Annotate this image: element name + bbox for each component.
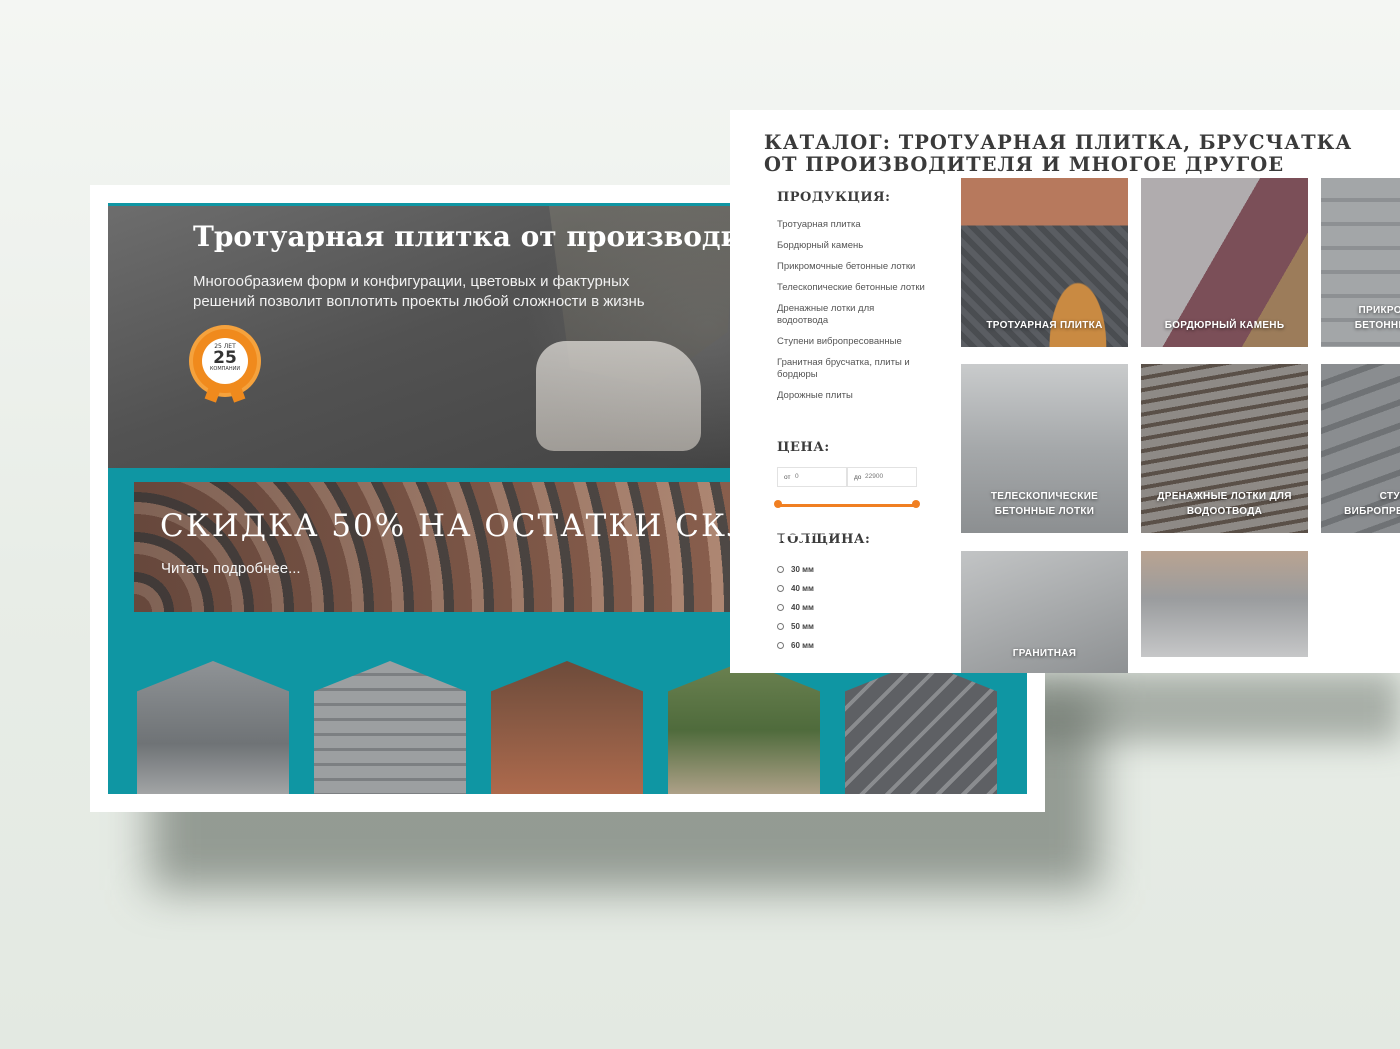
catalog-tile-curb[interactable]: БОРДЮРНЫЙ КАМЕНЬ	[1141, 178, 1308, 347]
hero-subtitle: Многообразием форм и конфигурации, цвето…	[193, 273, 645, 310]
thickness-label: 50 мм	[791, 622, 814, 631]
tile-label: СТУПЕНИ ВИБРОПРЕСОВАННЫЕ	[1344, 491, 1400, 517]
catalog-tile-road-slabs[interactable]	[1141, 551, 1308, 657]
product-link[interactable]: Дорожные плиты	[777, 390, 927, 402]
catalog-sidebar: ПРОДУКЦИЯ: Тротуарная плитка Бордюрный к…	[777, 190, 927, 411]
price-filter: от до	[777, 467, 917, 487]
catalog-tile-drainage-trays[interactable]: ДРЕНАЖНЫЕ ЛОТКИ ДЛЯ ВОДООТВОДА	[1141, 364, 1308, 533]
radio-icon[interactable]	[777, 623, 784, 630]
price-heading: ЦЕНА:	[777, 440, 830, 455]
product-link[interactable]: Бордюрный камень	[777, 240, 927, 252]
category-hex-1[interactable]	[137, 661, 289, 794]
category-hex-2[interactable]	[314, 661, 466, 794]
price-slider-min-handle[interactable]	[774, 500, 782, 508]
thickness-label: 40 мм	[791, 584, 814, 593]
badge-ribbon-left	[204, 383, 222, 403]
radio-icon[interactable]	[777, 566, 784, 573]
tile-label: ПРИКРОМОЧНЫЕ БЕТОННЫЕ ЛОТКИ	[1354, 305, 1400, 331]
promo-title: СКИДКА 50% НА ОСТАТКИ СКЛАДА	[160, 508, 833, 544]
thickness-label: 30 мм	[791, 565, 814, 574]
products-list: Тротуарная плитка Бордюрный камень Прикр…	[777, 219, 927, 402]
badge-ribbon-right	[228, 383, 246, 403]
catalog-tile-steps[interactable]: СТУПЕНИ ВИБРОПРЕСОВАННЫЕ	[1321, 364, 1400, 533]
hero-photo-shoe	[536, 341, 701, 451]
price-slider-track[interactable]	[777, 504, 917, 507]
thickness-option[interactable]: 40 мм	[777, 579, 814, 598]
radio-icon[interactable]	[777, 642, 784, 649]
products-heading: ПРОДУКЦИЯ:	[777, 190, 891, 205]
tile-label: ТРОТУАРНАЯ ПЛИТКА	[986, 320, 1103, 331]
price-slider-max-handle[interactable]	[912, 500, 920, 508]
badge-inner: 25 ЛЕТ 25 КОМПАНИИ	[202, 338, 248, 384]
catalog-tile-edge-trays[interactable]: ПРИКРОМОЧНЫЕ БЕТОННЫЕ ЛОТКИ	[1321, 178, 1400, 347]
price-from-label: от	[784, 474, 791, 481]
anniversary-badge: 25 ЛЕТ 25 КОМПАНИИ	[193, 329, 257, 403]
product-link[interactable]: Ступени вибропресованные	[777, 336, 927, 348]
radio-icon[interactable]	[777, 585, 784, 592]
promo-banner[interactable]: СКИДКА 50% НА ОСТАТКИ СКЛАДА Читать подр…	[134, 482, 831, 612]
product-link[interactable]: Гранитная брусчатка, плиты и бордюры	[777, 357, 927, 381]
radio-icon[interactable]	[777, 604, 784, 611]
product-link[interactable]: Телескопические бетонные лотки	[777, 282, 927, 294]
drop-shadow-right	[1020, 672, 1400, 742]
category-hex-4[interactable]	[668, 661, 820, 794]
tile-label: БОРДЮРНЫЙ КАМЕНЬ	[1164, 320, 1285, 331]
price-from-input[interactable]	[795, 473, 843, 480]
thickness-option[interactable]: 50 мм	[777, 617, 814, 636]
thickness-option[interactable]: 30 мм	[777, 560, 814, 579]
thickness-label: 40 мм	[791, 603, 814, 612]
catalog-tile-paving[interactable]: ТРОТУАРНАЯ ПЛИТКА	[961, 178, 1128, 347]
thickness-list: 30 мм 40 мм 40 мм 50 мм 60 мм	[777, 560, 814, 655]
category-hex-5[interactable]	[845, 661, 997, 794]
thickness-option[interactable]: 40 мм	[777, 598, 814, 617]
catalog-mockup: КАТАЛОГ: ТРОТУАРНАЯ ПЛИТКА, БРУСЧАТКА ОТ…	[730, 110, 1400, 673]
catalog-tile-telescopic-trays[interactable]: ТЕЛЕСКОПИЧЕСКИЕ БЕТОННЫЕ ЛОТКИ	[961, 364, 1128, 533]
product-link[interactable]: Прикромочные бетонные лотки	[777, 261, 927, 273]
price-to-input[interactable]	[865, 473, 913, 480]
thickness-option[interactable]: 60 мм	[777, 636, 814, 655]
read-more-link[interactable]: Читать подробнее...	[161, 560, 301, 577]
thickness-label: 60 мм	[791, 641, 814, 650]
catalog-tile-granite[interactable]: ГРАНИТНАЯ	[961, 551, 1128, 673]
price-from-field[interactable]: от	[777, 467, 847, 487]
tile-label: ДРЕНАЖНЫЕ ЛОТКИ ДЛЯ ВОДООТВОДА	[1157, 491, 1292, 517]
tile-label: ГРАНИТНАЯ	[1012, 648, 1077, 659]
price-to-label: до	[854, 474, 862, 481]
price-to-field[interactable]: до	[847, 467, 917, 487]
category-hex-3[interactable]	[491, 661, 643, 794]
product-link[interactable]: Тротуарная плитка	[777, 219, 927, 231]
badge-number: 25	[213, 348, 237, 368]
product-link[interactable]: Дренажные лотки для водоотвода	[777, 303, 927, 327]
catalog-title: КАТАЛОГ: ТРОТУАРНАЯ ПЛИТКА, БРУСЧАТКА ОТ…	[764, 131, 1353, 176]
badge-bottom-text: КОМПАНИИ	[209, 366, 241, 372]
tile-label: ТЕЛЕСКОПИЧЕСКИЕ БЕТОННЫЕ ЛОТКИ	[990, 491, 1099, 517]
